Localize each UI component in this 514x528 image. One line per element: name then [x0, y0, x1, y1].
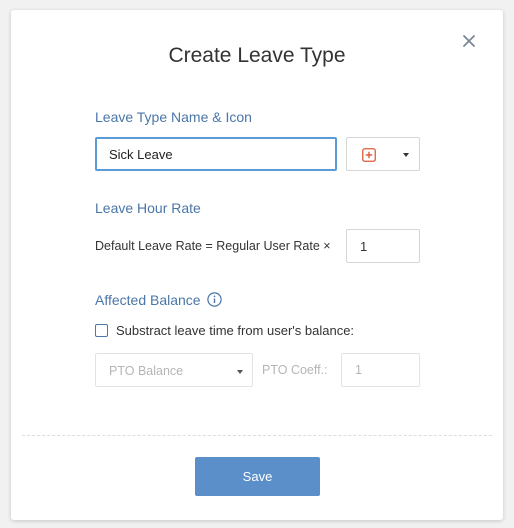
affected-balance-label: Affected Balance	[95, 292, 201, 308]
subtract-balance-checkbox[interactable]	[95, 324, 108, 337]
chevron-down-icon	[237, 370, 243, 374]
dialog-title: Create Leave Type	[168, 44, 346, 67]
subtract-balance-label[interactable]: Substract leave time from user's balance…	[116, 323, 354, 338]
pto-coeff-input[interactable]	[341, 353, 420, 387]
info-icon[interactable]	[207, 292, 222, 307]
create-leave-type-dialog: Create Leave Type Leave Type Name & Icon…	[11, 10, 503, 520]
leave-type-name-label: Leave Type Name & Icon	[95, 109, 252, 125]
leave-rate-input[interactable]	[346, 229, 420, 263]
save-button[interactable]: Save	[195, 457, 320, 496]
medical-cross-icon	[362, 148, 376, 162]
pto-balance-select[interactable]: PTO Balance	[95, 353, 253, 387]
leave-rate-formula: Default Leave Rate = Regular User Rate ×	[95, 239, 331, 253]
leave-hour-rate-label: Leave Hour Rate	[95, 200, 201, 216]
footer-divider	[22, 435, 492, 436]
pto-balance-select-value: PTO Balance	[109, 364, 184, 378]
icon-select-dropdown[interactable]	[346, 137, 420, 171]
leave-type-name-input[interactable]	[95, 137, 337, 171]
pto-coeff-label: PTO Coeff.:	[262, 363, 328, 377]
chevron-down-icon	[403, 153, 409, 157]
